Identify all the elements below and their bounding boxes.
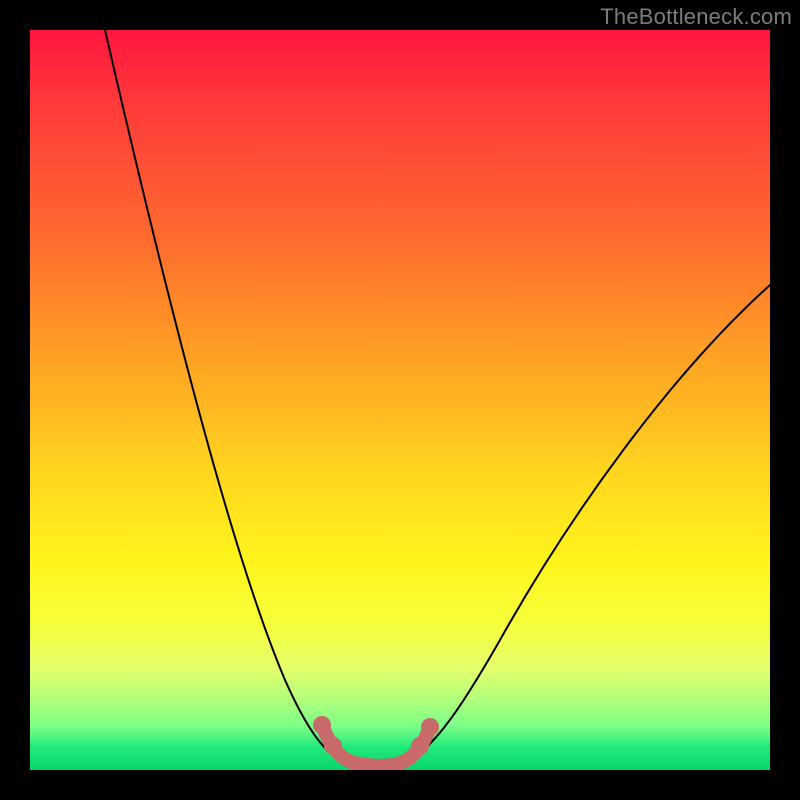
watermark-label: TheBottleneck.com: [600, 4, 792, 30]
trough-marker-dot-left: [313, 716, 331, 734]
trough-marker-dot-right2: [411, 737, 429, 755]
plot-area: [30, 30, 770, 770]
chart-frame: TheBottleneck.com: [0, 0, 800, 800]
bottleneck-curve: [30, 30, 770, 770]
trough-marker-dot-right: [421, 718, 439, 736]
curve-left-branch: [105, 30, 340, 760]
trough-marker-dot-left2: [324, 737, 342, 755]
curve-right-branch: [410, 285, 770, 760]
